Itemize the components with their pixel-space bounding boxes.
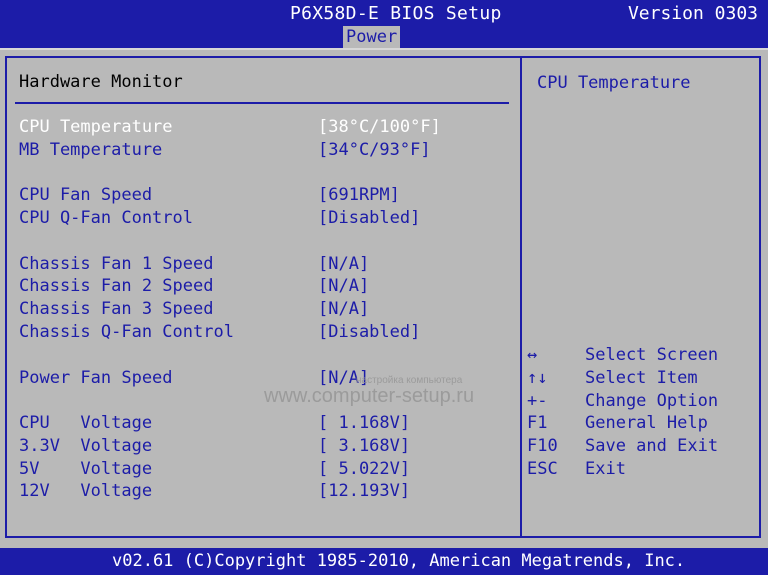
item-chassis-fan-3-speed-label[interactable]: Chassis Fan 3 Speed: [19, 299, 213, 319]
item-chassis-fan-3-speed-value: [N/A]: [318, 299, 370, 319]
item-chassis-fan-1-speed-value: [N/A]: [318, 254, 370, 274]
item-chassis-fan-2-speed-label[interactable]: Chassis Fan 2 Speed: [19, 276, 213, 296]
item-chassis-fan-1-speed-label[interactable]: Chassis Fan 1 Speed: [19, 254, 213, 274]
item-cpu-voltage-label[interactable]: CPU Voltage: [19, 413, 152, 433]
item-12v-voltage-label[interactable]: 12V Voltage: [19, 481, 152, 501]
key-desc-change-option: Change Option: [585, 391, 719, 411]
watermark-url: www.computer-setup.ru: [264, 385, 475, 407]
item-chassis-qfan-control-value[interactable]: [Disabled]: [318, 322, 420, 342]
key-desc-general-help: General Help: [585, 413, 708, 433]
item-3v3-voltage-label[interactable]: 3.3V Voltage: [19, 436, 152, 456]
item-5v-voltage-value: [ 5.022V]: [318, 459, 411, 479]
item-mb-temperature-value: [34°C/93°F]: [318, 140, 431, 160]
item-cpu-qfan-control-label[interactable]: CPU Q-Fan Control: [19, 208, 193, 228]
bios-title: P6X58D-E BIOS Setup: [290, 3, 502, 24]
item-power-fan-speed-label[interactable]: Power Fan Speed: [19, 368, 173, 388]
tab-power[interactable]: Power: [343, 26, 401, 48]
key-left-right-arrows-icon: ↔: [527, 345, 538, 365]
item-cpu-voltage-value: [ 1.168V]: [318, 413, 411, 433]
bios-version: Version 0303: [627, 3, 758, 24]
help-title: CPU Temperature: [537, 73, 691, 93]
key-f1: F1: [527, 413, 548, 433]
section-title: Hardware Monitor: [19, 72, 183, 92]
menu-tab-bar: Power: [0, 26, 768, 50]
key-plus-minus: +-: [527, 391, 548, 411]
item-chassis-fan-2-speed-value: [N/A]: [318, 276, 370, 296]
key-desc-select-item: Select Item: [585, 368, 698, 388]
key-desc-exit: Exit: [585, 459, 626, 479]
item-cpu-fan-speed-label[interactable]: CPU Fan Speed: [19, 185, 152, 205]
item-3v3-voltage-value: [ 3.168V]: [318, 436, 411, 456]
key-up-down-arrows-icon: ↑↓: [527, 368, 548, 388]
item-12v-voltage-value: [12.193V]: [318, 481, 411, 501]
footer-bar: v02.61 (C)Copyright 1985-2010, American …: [0, 548, 768, 575]
panel-divider: [520, 56, 522, 538]
section-underline: [15, 102, 509, 104]
key-esc: ESC: [527, 459, 558, 479]
title-bar: P6X58D-E BIOS Setup Version 0303: [0, 0, 768, 26]
item-cpu-fan-speed-value: [691RPM]: [318, 185, 400, 205]
item-cpu-qfan-control-value[interactable]: [Disabled]: [318, 208, 420, 228]
key-desc-select-screen: Select Screen: [585, 345, 719, 365]
item-cpu-temperature-value: [38°C/100°F]: [318, 117, 441, 137]
copyright-text: v02.61 (C)Copyright 1985-2010, American …: [112, 551, 686, 571]
item-cpu-temperature-label[interactable]: CPU Temperature: [19, 117, 173, 137]
item-chassis-qfan-control-label[interactable]: Chassis Q-Fan Control: [19, 322, 234, 342]
item-mb-temperature-label[interactable]: MB Temperature: [19, 140, 162, 160]
item-5v-voltage-label[interactable]: 5V Voltage: [19, 459, 152, 479]
key-desc-save-and-exit: Save and Exit: [585, 436, 719, 456]
key-f10: F10: [527, 436, 558, 456]
